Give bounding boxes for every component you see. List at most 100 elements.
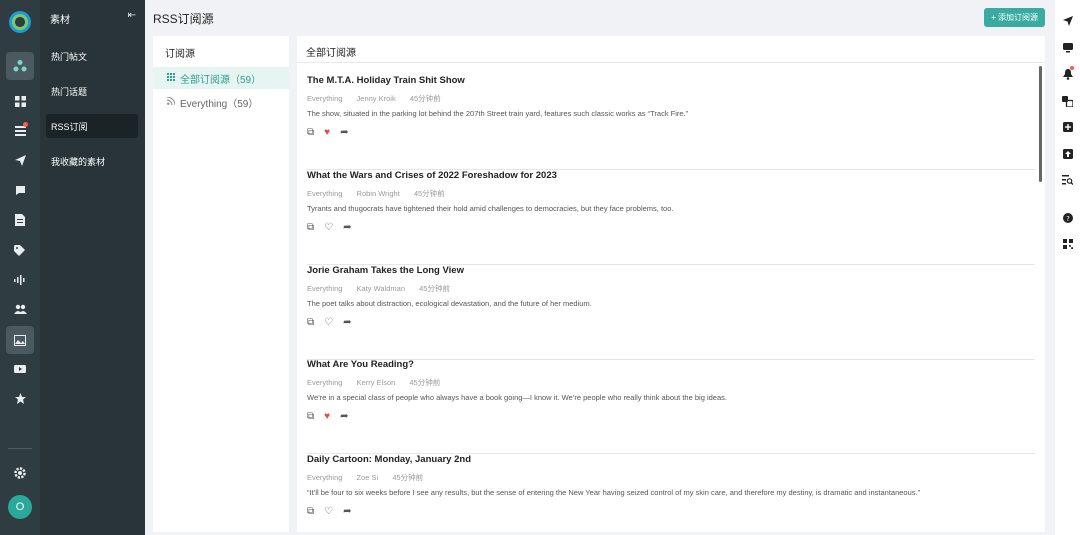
menu-item-hot-topics[interactable]: 热门话题: [46, 79, 138, 103]
article-time: 45分钟前: [419, 284, 450, 293]
feed-item-label: 全部订阅源（59）: [180, 74, 262, 86]
top-bar: RSS订阅源 + 添加订阅源: [145, 0, 1055, 34]
svg-text:?: ?: [1066, 215, 1070, 223]
article-time: 45分钟前: [392, 473, 424, 482]
menu-item-label: RSS订阅: [51, 121, 88, 132]
list-icon[interactable]: [6, 119, 34, 143]
monitor-icon[interactable]: [1059, 40, 1076, 56]
article-actions: ⧉ ♡ ➦: [307, 317, 352, 328]
article-source: Everything: [307, 473, 343, 482]
qrcode-icon[interactable]: [1059, 236, 1076, 252]
workspace-icon[interactable]: [6, 52, 34, 80]
share-icon[interactable]: ➦: [343, 506, 351, 517]
menu-item-label: 热门帖文: [51, 51, 88, 62]
article-source: Everything: [307, 189, 343, 198]
article-title[interactable]: The M.T.A. Holiday Train Shit Show: [307, 75, 465, 86]
settings-icon[interactable]: [6, 461, 34, 485]
document-icon[interactable]: [6, 208, 34, 232]
share-icon[interactable]: ➦: [343, 222, 351, 233]
feed-panel: 订阅源 全部订阅源（59） Everything（59）: [153, 36, 289, 532]
search-list-icon[interactable]: [1059, 172, 1076, 188]
like-heart-icon[interactable]: ♡: [324, 222, 333, 233]
article-meta: Everything Katy Waldman 45分钟前: [307, 283, 462, 294]
open-external-icon[interactable]: ⧉: [307, 127, 314, 138]
article-desc: The poet talks about distraction, ecolog…: [307, 299, 592, 308]
article-meta: Everything Zoe Si 45分钟前: [307, 472, 435, 483]
menu-item-favorites[interactable]: 我收藏的素材: [46, 149, 138, 173]
menu-item-label: 热门话题: [51, 86, 88, 97]
page-title: RSS订阅源: [153, 12, 214, 26]
article-author: Jenny Kroik: [356, 94, 396, 103]
article-source: Everything: [307, 378, 343, 387]
rss-icon: [166, 96, 176, 107]
article-title[interactable]: Jorie Graham Takes the Long View: [307, 265, 464, 276]
collapse-icon[interactable]: ⇤: [128, 10, 136, 21]
article-author: Katy Waldman: [356, 284, 406, 293]
article-source: Everything: [307, 94, 343, 103]
like-heart-icon[interactable]: ♡: [324, 506, 333, 517]
article-author: Zoe Si: [356, 473, 379, 482]
article-actions: ⧉ ♡ ➦: [307, 506, 352, 517]
article-title[interactable]: What Are You Reading?: [307, 359, 414, 370]
dashboard-icon[interactable]: [6, 89, 34, 113]
open-external-icon[interactable]: ⧉: [307, 506, 314, 517]
share-icon[interactable]: ➦: [340, 127, 348, 138]
image-icon[interactable]: [6, 326, 34, 354]
chat-icon[interactable]: [6, 178, 34, 202]
article-actions: ⧉ ♡ ➦: [307, 222, 352, 233]
help-icon[interactable]: ?: [1059, 210, 1076, 226]
scrollbar[interactable]: [1039, 66, 1042, 182]
article-actions: ⧉ ♥ ➦: [307, 127, 348, 138]
video-icon[interactable]: [6, 357, 34, 381]
feed-item-label: Everything（59）: [180, 98, 259, 110]
star-icon[interactable]: [6, 386, 34, 410]
article-list-title: 全部订阅源: [306, 48, 356, 59]
article-time: 45分钟前: [409, 94, 441, 103]
article-desc: “It’ll be four to six weeks before I see…: [307, 488, 921, 497]
icon-rail: O: [0, 0, 40, 535]
article-meta: Everything Kerry Elson 45分钟前: [307, 377, 452, 388]
open-external-icon[interactable]: ⧉: [307, 317, 314, 328]
like-heart-icon[interactable]: ♡: [324, 317, 333, 328]
share-icon[interactable]: ➦: [340, 411, 348, 422]
upload-box-icon[interactable]: [1059, 146, 1076, 162]
grid-icon: [166, 73, 176, 83]
avatar[interactable]: O: [8, 495, 32, 519]
article-desc: We’re in a special class of people who a…: [307, 393, 727, 402]
menu-item-rss[interactable]: RSS订阅: [46, 114, 138, 138]
open-external-icon[interactable]: ⧉: [307, 222, 314, 233]
feed-item-everything[interactable]: Everything（59）: [153, 91, 289, 113]
menu-item-hot-posts[interactable]: 热门帖文: [46, 44, 138, 68]
article-author: Robin Wright: [356, 189, 400, 198]
audio-icon[interactable]: [6, 268, 34, 292]
add-feed-button[interactable]: + 添加订阅源: [984, 8, 1045, 27]
navigate-icon[interactable]: [1059, 13, 1076, 29]
open-external-icon[interactable]: ⧉: [307, 411, 314, 422]
feed-panel-title: 订阅源: [165, 49, 195, 60]
article-title[interactable]: Daily Cartoon: Monday, January 2nd: [307, 454, 471, 465]
rail-divider: [8, 448, 32, 449]
like-heart-icon[interactable]: ♥: [324, 127, 330, 138]
article-source: Everything: [307, 284, 343, 293]
notification-dot: [1070, 66, 1074, 70]
users-icon[interactable]: [6, 297, 34, 321]
article-title[interactable]: What the Wars and Crises of 2022 Foresha…: [307, 170, 557, 181]
header-divider: [297, 62, 1045, 63]
article-desc: Tyrants and thugocrats have tightened th…: [307, 204, 674, 213]
notification-dot: [23, 122, 28, 127]
feed-item-all[interactable]: 全部订阅源（59）: [153, 67, 289, 89]
article-item: Jorie Graham Takes the Long View Everyth…: [307, 265, 1035, 360]
logo-icon[interactable]: [9, 11, 31, 33]
plus-box-icon[interactable]: [1059, 119, 1076, 135]
menu-title: 素材: [50, 15, 70, 26]
tag-icon[interactable]: [6, 238, 34, 262]
tool-rail: ?: [1055, 0, 1080, 535]
article-desc: The show, situated in the parking lot be…: [307, 109, 689, 118]
bell-icon[interactable]: [1059, 66, 1076, 82]
like-heart-icon[interactable]: ♥: [324, 411, 330, 422]
send-icon[interactable]: [6, 148, 34, 172]
article-item: What Are You Reading? Everything Kerry E…: [307, 359, 1035, 454]
article-actions: ⧉ ♥ ➦: [307, 411, 348, 422]
share-icon[interactable]: ➦: [343, 317, 351, 328]
translate-icon[interactable]: [1059, 93, 1076, 109]
